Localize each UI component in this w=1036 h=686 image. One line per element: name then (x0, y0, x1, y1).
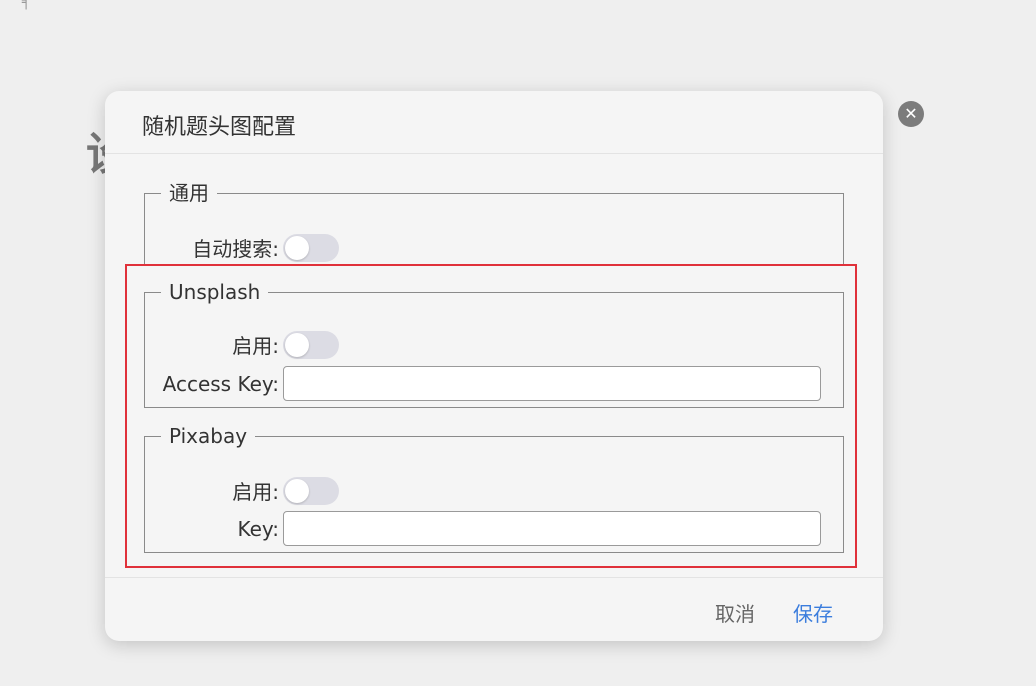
auto-search-toggle[interactable] (283, 233, 339, 262)
unsplash-legend: Unsplash (169, 280, 261, 304)
pixabay-group: Pixabay 启用: Key: (144, 426, 844, 553)
key-label: Key: (237, 516, 279, 541)
auto-search-row: 自动搜索: (145, 233, 339, 262)
pixabay-legend: Pixabay (169, 424, 248, 448)
dialog-title: 随机题头图配置 (142, 115, 297, 140)
save-button[interactable]: 保存 (793, 598, 833, 627)
access-key-input[interactable] (283, 366, 821, 401)
unsplash-enable-label: 启用: (232, 334, 279, 358)
general-group: 通用 自动搜索: (144, 183, 844, 265)
unsplash-access-key-row: Access Key: (145, 366, 821, 401)
close-icon[interactable]: ✕ (898, 101, 924, 127)
dialog-header: 随机题头图配置 (105, 91, 883, 154)
config-dialog: 随机题头图配置 通用 自动搜索: Unsplash 启用: Access Key… (105, 91, 883, 641)
pixabay-enable-toggle[interactable] (283, 476, 339, 505)
cancel-button[interactable]: 取消 (715, 598, 755, 627)
auto-search-label: 自动搜索: (192, 237, 279, 261)
unsplash-enable-row: 启用: (145, 330, 339, 359)
pixabay-enable-label: 启用: (232, 480, 279, 504)
toggle-knob (285, 478, 309, 503)
background-corner-mark: ╕ (22, 0, 31, 10)
toggle-knob (285, 235, 309, 260)
dialog-footer: 取消 保存 (105, 577, 883, 641)
unsplash-enable-toggle[interactable] (283, 330, 339, 359)
toggle-knob (285, 332, 309, 357)
key-input[interactable] (283, 511, 821, 546)
unsplash-group: Unsplash 启用: Access Key: (144, 282, 844, 408)
pixabay-enable-row: 启用: (145, 476, 339, 505)
pixabay-key-row: Key: (145, 511, 821, 546)
access-key-label: Access Key: (162, 371, 279, 396)
general-legend: 通用 (169, 181, 209, 205)
background-heading: 设 (86, 128, 106, 182)
page: ╕ 设 随机题头图配置 通用 自动搜索: Unsplash 启用: (0, 0, 1036, 686)
